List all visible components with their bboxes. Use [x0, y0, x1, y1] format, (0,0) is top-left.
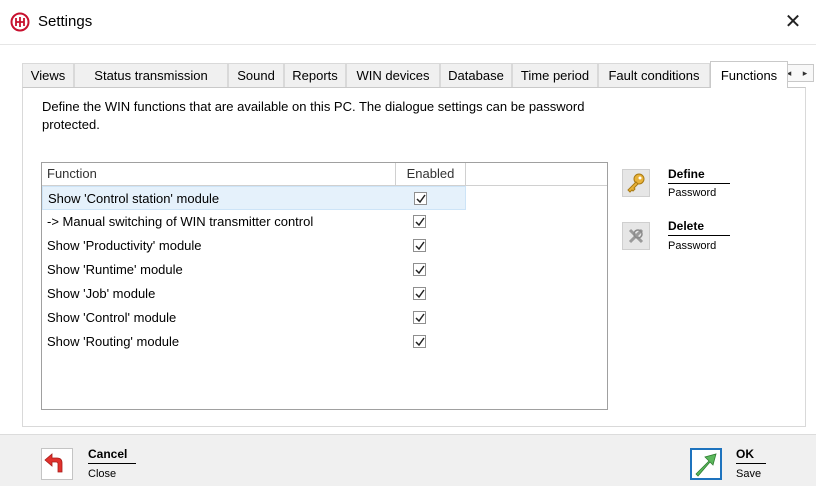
cancel-divider	[88, 463, 136, 464]
checkmark-icon	[415, 313, 425, 323]
grid-header: Function Enabled	[42, 163, 607, 186]
title-bar: Settings ✕	[0, 0, 816, 45]
define-subtitle: Password	[668, 187, 717, 199]
function-label: Show 'Productivity' module	[47, 238, 202, 253]
enabled-checkbox[interactable]	[413, 311, 426, 324]
cancel-button[interactable]	[41, 448, 73, 480]
cancel-subtitle: Close	[88, 468, 117, 480]
tab-win-devices[interactable]: WIN devices	[346, 63, 440, 87]
table-row[interactable]: Show 'Routing' module	[42, 330, 466, 354]
table-row[interactable]: -> Manual switching of WIN transmitter c…	[42, 210, 466, 234]
function-label: Show 'Control station' module	[48, 191, 220, 206]
table-row[interactable]: Show 'Productivity' module	[42, 234, 466, 258]
ok-divider	[736, 463, 766, 464]
table-row[interactable]: Show 'Control' module	[42, 306, 466, 330]
tab-fault-conditions[interactable]: Fault conditions	[598, 63, 710, 87]
enabled-checkbox[interactable]	[414, 192, 427, 205]
tab-scroll-right-icon[interactable]: ▸	[797, 65, 813, 81]
define-divider	[668, 183, 730, 184]
ok-button[interactable]	[690, 448, 722, 480]
checkmark-icon	[415, 265, 425, 275]
delete-password-button[interactable]	[622, 222, 650, 250]
tab-reports[interactable]: Reports	[284, 63, 346, 87]
close-icon[interactable]: ✕	[785, 11, 802, 33]
enabled-checkbox[interactable]	[413, 335, 426, 348]
key-icon	[627, 173, 645, 193]
tab-database[interactable]: Database	[440, 63, 512, 87]
delete-title[interactable]: Delete	[668, 219, 704, 233]
checkmark-icon	[416, 194, 426, 204]
functions-grid: Function Enabled Show 'Control station' …	[41, 162, 608, 410]
delete-key-icon	[628, 228, 644, 244]
table-row[interactable]: Show 'Control station' module	[42, 186, 466, 210]
table-row[interactable]: Show 'Job' module	[42, 282, 466, 306]
column-header-function[interactable]: Function	[42, 163, 396, 185]
function-label: Show 'Runtime' module	[47, 262, 183, 277]
checkmark-icon	[415, 337, 425, 347]
back-arrow-icon	[44, 453, 63, 473]
dialog-footer: Cancel Close OK Save	[0, 434, 816, 486]
enabled-checkbox[interactable]	[413, 263, 426, 276]
tab-views[interactable]: Views	[22, 63, 74, 87]
cancel-title[interactable]: Cancel	[88, 447, 127, 461]
tab-sound[interactable]: Sound	[228, 63, 284, 87]
window-title: Settings	[38, 13, 93, 30]
function-label: Show 'Control' module	[47, 310, 177, 325]
delete-subtitle: Password	[668, 240, 717, 252]
checkmark-icon	[415, 241, 425, 251]
enabled-checkbox[interactable]	[413, 287, 426, 300]
tab-time-period[interactable]: Time period	[512, 63, 598, 87]
delete-divider	[668, 235, 730, 236]
enabled-checkbox[interactable]	[413, 215, 426, 228]
ok-arrow-icon	[695, 453, 717, 477]
column-header-enabled[interactable]: Enabled	[396, 163, 466, 185]
define-title[interactable]: Define	[668, 167, 705, 181]
checkmark-icon	[415, 289, 425, 299]
close-button[interactable]: ✕	[770, 0, 816, 44]
enabled-checkbox[interactable]	[413, 239, 426, 252]
checkmark-icon	[415, 217, 425, 227]
ok-title[interactable]: OK	[736, 447, 754, 461]
tab-functions[interactable]: Functions	[710, 61, 788, 88]
panel-description: Define the WIN functions that are availa…	[42, 99, 585, 132]
function-label: Show 'Job' module	[47, 286, 156, 301]
function-label: Show 'Routing' module	[47, 334, 180, 349]
app-logo-icon	[10, 12, 30, 32]
ok-subtitle: Save	[736, 468, 762, 480]
function-label: -> Manual switching of WIN transmitter c…	[47, 214, 314, 229]
table-row[interactable]: Show 'Runtime' module	[42, 258, 466, 282]
define-password-button[interactable]	[622, 169, 650, 197]
tab-status-transmission[interactable]: Status transmission	[74, 63, 228, 87]
